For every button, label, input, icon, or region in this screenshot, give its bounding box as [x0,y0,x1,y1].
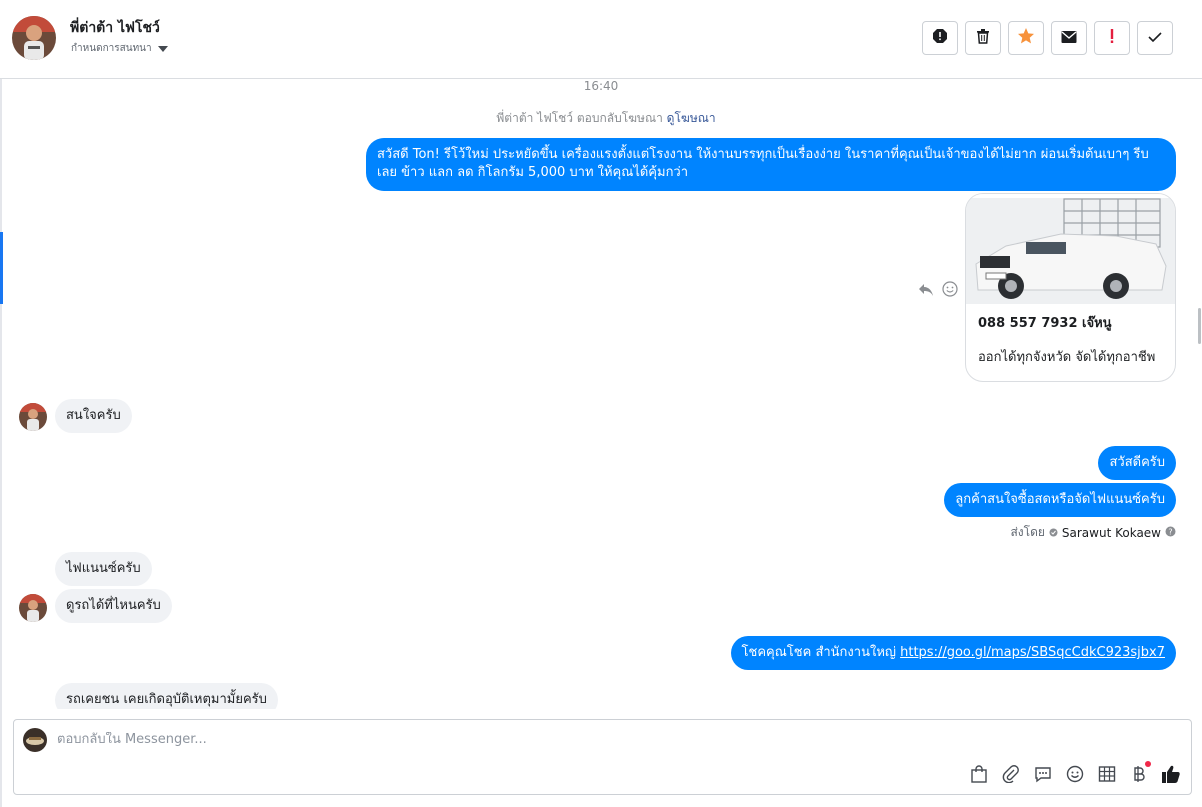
verified-icon [1049,526,1058,540]
incoming-message: ไฟแนนซ์ครับ [55,552,152,586]
table-icon[interactable] [1097,764,1117,784]
ad-card-title: 088 557 7932 เจ๊หนู [978,316,1112,331]
view-ad-link[interactable]: ดูโฆษณา [667,111,716,125]
mark-unread-button[interactable] [1051,21,1087,55]
assign-label: กำหนดการสนทนา [71,43,152,54]
svg-text:?: ? [1168,527,1172,536]
maps-link[interactable]: https://goo.gl/maps/SBSqcCdkC923sjbx7 [900,645,1165,660]
chevron-down-icon [157,45,168,52]
outgoing-message: สวัสดีครับ [1098,446,1176,480]
attachment-icon[interactable] [1001,764,1021,784]
emoji-icon[interactable] [1065,764,1085,784]
page-avatar [23,728,47,752]
incoming-message: ดูรถได้ที่ไหนครับ [55,589,172,623]
sent-by-label: ส่งโดย [1010,525,1045,539]
avatar[interactable] [19,594,47,622]
message-thread: 16:40 พี่ต่าต้า ไฟโชว์ ตอบกลับโฆษณา ดูโฆ… [0,79,1202,709]
mark-spam-button[interactable] [922,21,958,55]
baht-icon[interactable] [1129,761,1151,784]
alert-icon [1109,28,1115,48]
reply-icon[interactable] [918,282,934,301]
ad-card[interactable]: 088 557 7932 เจ๊หนู ออกได้ทุกจังหวัด จัด… [965,193,1176,382]
ad-card-image [966,194,1175,304]
message-input[interactable] [57,732,1157,747]
avatar[interactable] [19,403,47,431]
avatar[interactable] [12,16,56,60]
delete-button[interactable] [965,21,1001,55]
trash-icon [975,28,991,48]
emoji-reaction-icon[interactable] [942,281,958,301]
conversation-header: พี่ต่าต้า ไฟโชว์ กำหนดการสนทนา [0,0,1202,79]
saved-replies-icon[interactable] [1033,764,1053,784]
incoming-message: รถเคยชน เคยเกิดอุบัติเหตุมามั้ยครับ [55,683,278,709]
message-tools [918,281,958,301]
check-icon [1147,29,1163,48]
ad-reply-text: พี่ต่าต้า ไฟโชว์ ตอบกลับโฆษณา [496,111,663,125]
timestamp: 16:40 [583,79,619,93]
sender-name[interactable]: Sarawut Kokaew [1062,526,1161,540]
star-icon [1017,27,1035,49]
outgoing-message-text: โชคคุณโชค สำนักงานใหญ่ [741,645,896,660]
sent-by-info: ส่งโดย Sarawut Kokaew ? [1010,523,1176,542]
mark-done-button[interactable] [1137,21,1173,55]
ad-message-bubble: สวัสดี Ton! รีโว้ใหม่ ประหยัดขึ้น เครื่อ… [366,138,1176,191]
assign-conversation-dropdown[interactable]: กำหนดการสนทนา [71,41,168,56]
contact-name: พี่ต่าต้า ไฟโชว์ [70,20,160,36]
outgoing-message: ลูกค้าสนใจซื้อสดหรือจัดไฟแนนซ์ครับ [944,483,1176,517]
shopping-bag-icon[interactable] [969,764,989,784]
incoming-message: สนใจครับ [55,399,132,433]
header-actions [922,21,1173,55]
outgoing-message: โชคคุณโชค สำนักงานใหญ่ https://goo.gl/ma… [730,636,1176,670]
spam-icon [932,28,948,48]
star-button[interactable] [1008,21,1044,55]
composer-tools [969,761,1181,784]
ad-reply-notice: พี่ต่าต้า ไฟโชว์ ตอบกลับโฆษณา ดูโฆษณา [0,109,1202,128]
notification-dot [1145,761,1151,767]
ad-card-description: ออกได้ทุกจังหวัด จัดได้ทุกอาชีพ [978,350,1156,365]
thumbs-up-icon[interactable] [1161,764,1181,784]
help-icon[interactable]: ? [1165,526,1176,540]
reply-composer [13,719,1192,795]
follow-up-button[interactable] [1094,21,1130,55]
mail-icon [1061,29,1077,48]
